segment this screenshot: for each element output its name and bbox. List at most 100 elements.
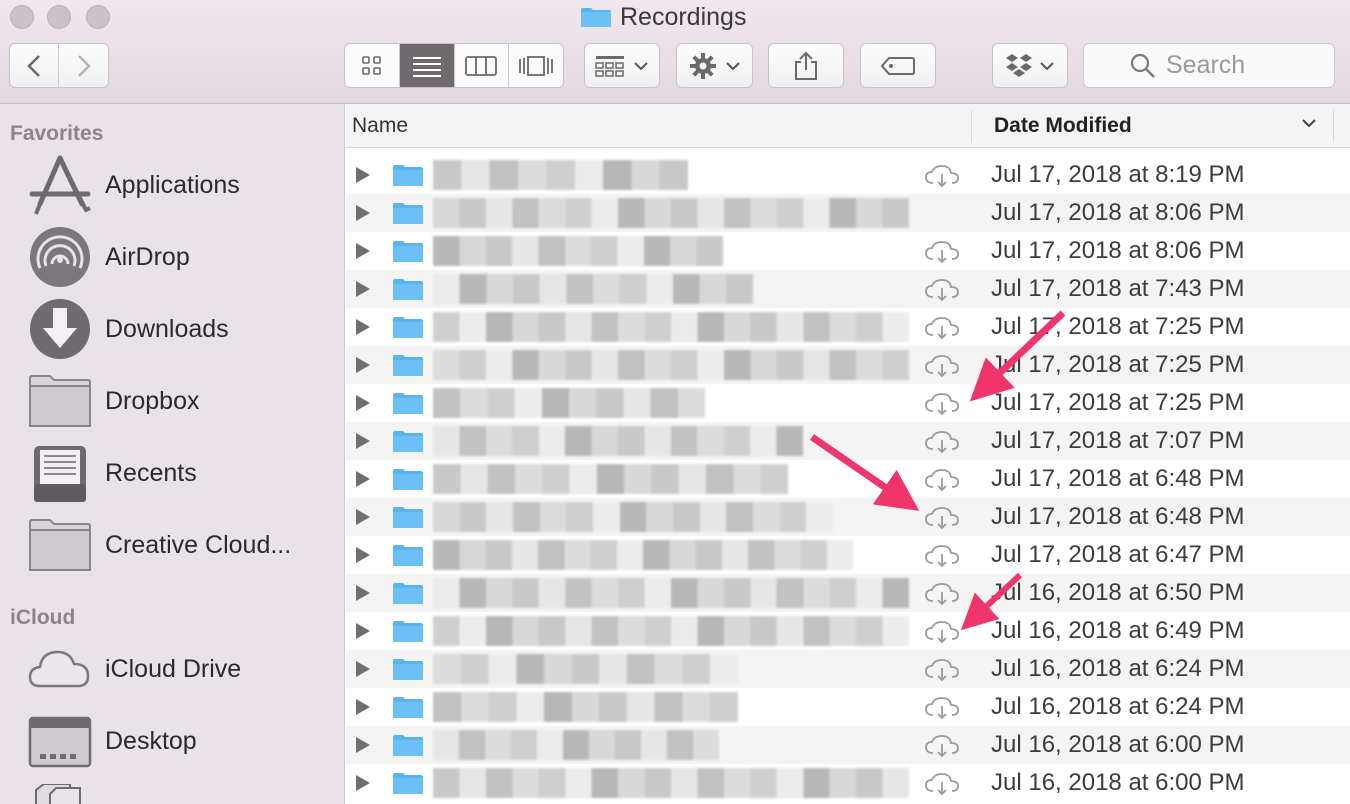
disclosure-triangle-icon[interactable] [356, 357, 370, 373]
cover-flow-button[interactable] [509, 44, 563, 87]
disclosure-triangle-icon[interactable] [356, 509, 370, 525]
disclosure-triangle-icon[interactable] [356, 205, 370, 221]
table-row[interactable]: Jul 17, 2018 at 8:06 PM [346, 232, 1350, 270]
cloud-download-icon[interactable] [924, 696, 960, 720]
disclosure-triangle-icon[interactable] [356, 433, 370, 449]
cloud-download-icon[interactable] [924, 354, 960, 378]
date-modified-cell: Jul 17, 2018 at 7:25 PM [991, 351, 1245, 378]
disclosure-triangle-icon[interactable] [356, 737, 370, 753]
folder-icon [393, 773, 423, 794]
table-row[interactable]: Jul 16, 2018 at 6:49 PM [346, 612, 1350, 650]
sidebar-item-creative-cloud[interactable]: Creative Cloud... [0, 512, 345, 578]
dropbox-button[interactable] [992, 43, 1068, 88]
sidebar-item-desktop[interactable]: Desktop [0, 708, 345, 774]
cloud-download-icon[interactable] [924, 772, 960, 796]
table-row[interactable]: Jul 17, 2018 at 6:48 PM [346, 460, 1350, 498]
sidebar-item-airdrop[interactable]: AirDrop [0, 224, 345, 290]
file-name-redacted [433, 692, 738, 722]
disclosure-triangle-icon[interactable] [356, 585, 370, 601]
table-row[interactable]: Jul 17, 2018 at 8:06 PM [346, 194, 1350, 232]
table-row[interactable]: Jul 17, 2018 at 7:25 PM [346, 346, 1350, 384]
tag-button[interactable] [860, 43, 936, 88]
table-row[interactable]: Jul 16, 2018 at 6:00 PM [346, 764, 1350, 802]
sidebar-item-downloads[interactable]: Downloads [0, 296, 345, 362]
sidebar-item-icloud-drive[interactable]: iCloud Drive [0, 636, 345, 702]
disclosure-triangle-icon[interactable] [356, 243, 370, 259]
sidebar-item-label: Applications [105, 170, 240, 199]
cloud-download-icon[interactable] [924, 734, 960, 758]
cloud-download-icon[interactable] [924, 658, 960, 682]
list-header: Name Date Modified [346, 104, 1350, 148]
cloud-download-icon[interactable] [924, 164, 960, 188]
folder-icon [393, 735, 423, 756]
share-button[interactable] [768, 43, 844, 88]
column-header-name[interactable]: Name [352, 114, 408, 138]
table-row[interactable]: Jul 17, 2018 at 6:47 PM [346, 536, 1350, 574]
forward-button[interactable] [59, 44, 108, 87]
back-button[interactable] [10, 44, 60, 87]
date-modified-cell: Jul 17, 2018 at 7:43 PM [991, 275, 1245, 302]
date-modified-cell: Jul 17, 2018 at 6:48 PM [991, 503, 1245, 530]
folder-icon [393, 355, 423, 376]
disclosure-triangle-icon[interactable] [356, 471, 370, 487]
airdrop-icon [30, 227, 90, 287]
table-row[interactable]: Jul 17, 2018 at 7:43 PM [346, 270, 1350, 308]
cloud-download-icon[interactable] [924, 582, 960, 606]
cloud-download-icon[interactable] [924, 468, 960, 492]
table-row[interactable]: Jul 17, 2018 at 7:25 PM [346, 384, 1350, 422]
sidebar-item-dropbox[interactable]: Dropbox [0, 368, 345, 434]
disclosure-triangle-icon[interactable] [356, 319, 370, 335]
disclosure-triangle-icon[interactable] [356, 775, 370, 791]
list-view-button[interactable] [399, 44, 455, 87]
applications-icon [29, 155, 91, 215]
zoom-window-button[interactable] [86, 5, 110, 29]
table-row[interactable]: Jul 17, 2018 at 7:25 PM [346, 308, 1350, 346]
disclosure-triangle-icon[interactable] [356, 699, 370, 715]
cloud-download-icon[interactable] [924, 392, 960, 416]
column-view-button[interactable] [455, 44, 510, 87]
table-row[interactable]: Jul 16, 2018 at 6:50 PM [346, 574, 1350, 612]
cloud-download-icon[interactable] [924, 430, 960, 454]
date-modified-cell: Jul 17, 2018 at 8:06 PM [991, 237, 1245, 264]
disclosure-triangle-icon[interactable] [356, 623, 370, 639]
table-row[interactable]: Jul 17, 2018 at 6:48 PM [346, 498, 1350, 536]
disclosure-triangle-icon[interactable] [356, 281, 370, 297]
table-row[interactable]: Jul 16, 2018 at 6:00 PM [346, 726, 1350, 764]
toolbar: Recordings Search [0, 0, 1350, 104]
date-modified-cell: Jul 17, 2018 at 7:25 PM [991, 313, 1245, 340]
cloud-download-icon[interactable] [924, 240, 960, 264]
column-header-date-modified[interactable]: Date Modified [994, 114, 1132, 138]
close-window-button[interactable] [10, 5, 34, 29]
table-row[interactable]: Jul 16, 2018 at 6:24 PM [346, 688, 1350, 726]
chevron-down-icon[interactable] [1301, 118, 1317, 128]
cloud-download-icon[interactable] [924, 316, 960, 340]
sidebar-item-label: iCloud Drive [105, 654, 242, 683]
file-name-redacted [433, 388, 705, 418]
cloud-download-icon[interactable] [924, 506, 960, 530]
disclosure-triangle-icon[interactable] [356, 547, 370, 563]
sidebar-item-applications[interactable]: Applications [0, 152, 345, 218]
sidebar-item-recents[interactable]: Recents [0, 440, 345, 506]
column-divider[interactable] [971, 110, 972, 142]
action-button[interactable] [676, 43, 753, 88]
disclosure-triangle-icon[interactable] [356, 395, 370, 411]
table-row[interactable]: Jul 17, 2018 at 7:07 PM [346, 422, 1350, 460]
group-by-button[interactable] [584, 43, 660, 88]
window-title: Recordings [580, 2, 746, 32]
date-modified-cell: Jul 17, 2018 at 6:48 PM [991, 465, 1245, 492]
file-name-redacted [433, 198, 909, 228]
search-field[interactable]: Search [1083, 43, 1335, 88]
cloud-download-icon[interactable] [924, 278, 960, 302]
file-name-redacted [433, 426, 803, 456]
table-row[interactable]: Jul 17, 2018 at 8:19 PM [346, 156, 1350, 194]
table-row[interactable]: Jul 16, 2018 at 6:24 PM [346, 650, 1350, 688]
search-icon [1130, 53, 1155, 78]
disclosure-triangle-icon[interactable] [356, 661, 370, 677]
minimize-window-button[interactable] [47, 5, 71, 29]
folder-icon [393, 279, 423, 300]
cloud-download-icon[interactable] [924, 620, 960, 644]
disclosure-triangle-icon[interactable] [356, 167, 370, 183]
file-name-redacted [433, 274, 753, 304]
icon-view-button[interactable] [345, 44, 400, 87]
cloud-download-icon[interactable] [924, 544, 960, 568]
